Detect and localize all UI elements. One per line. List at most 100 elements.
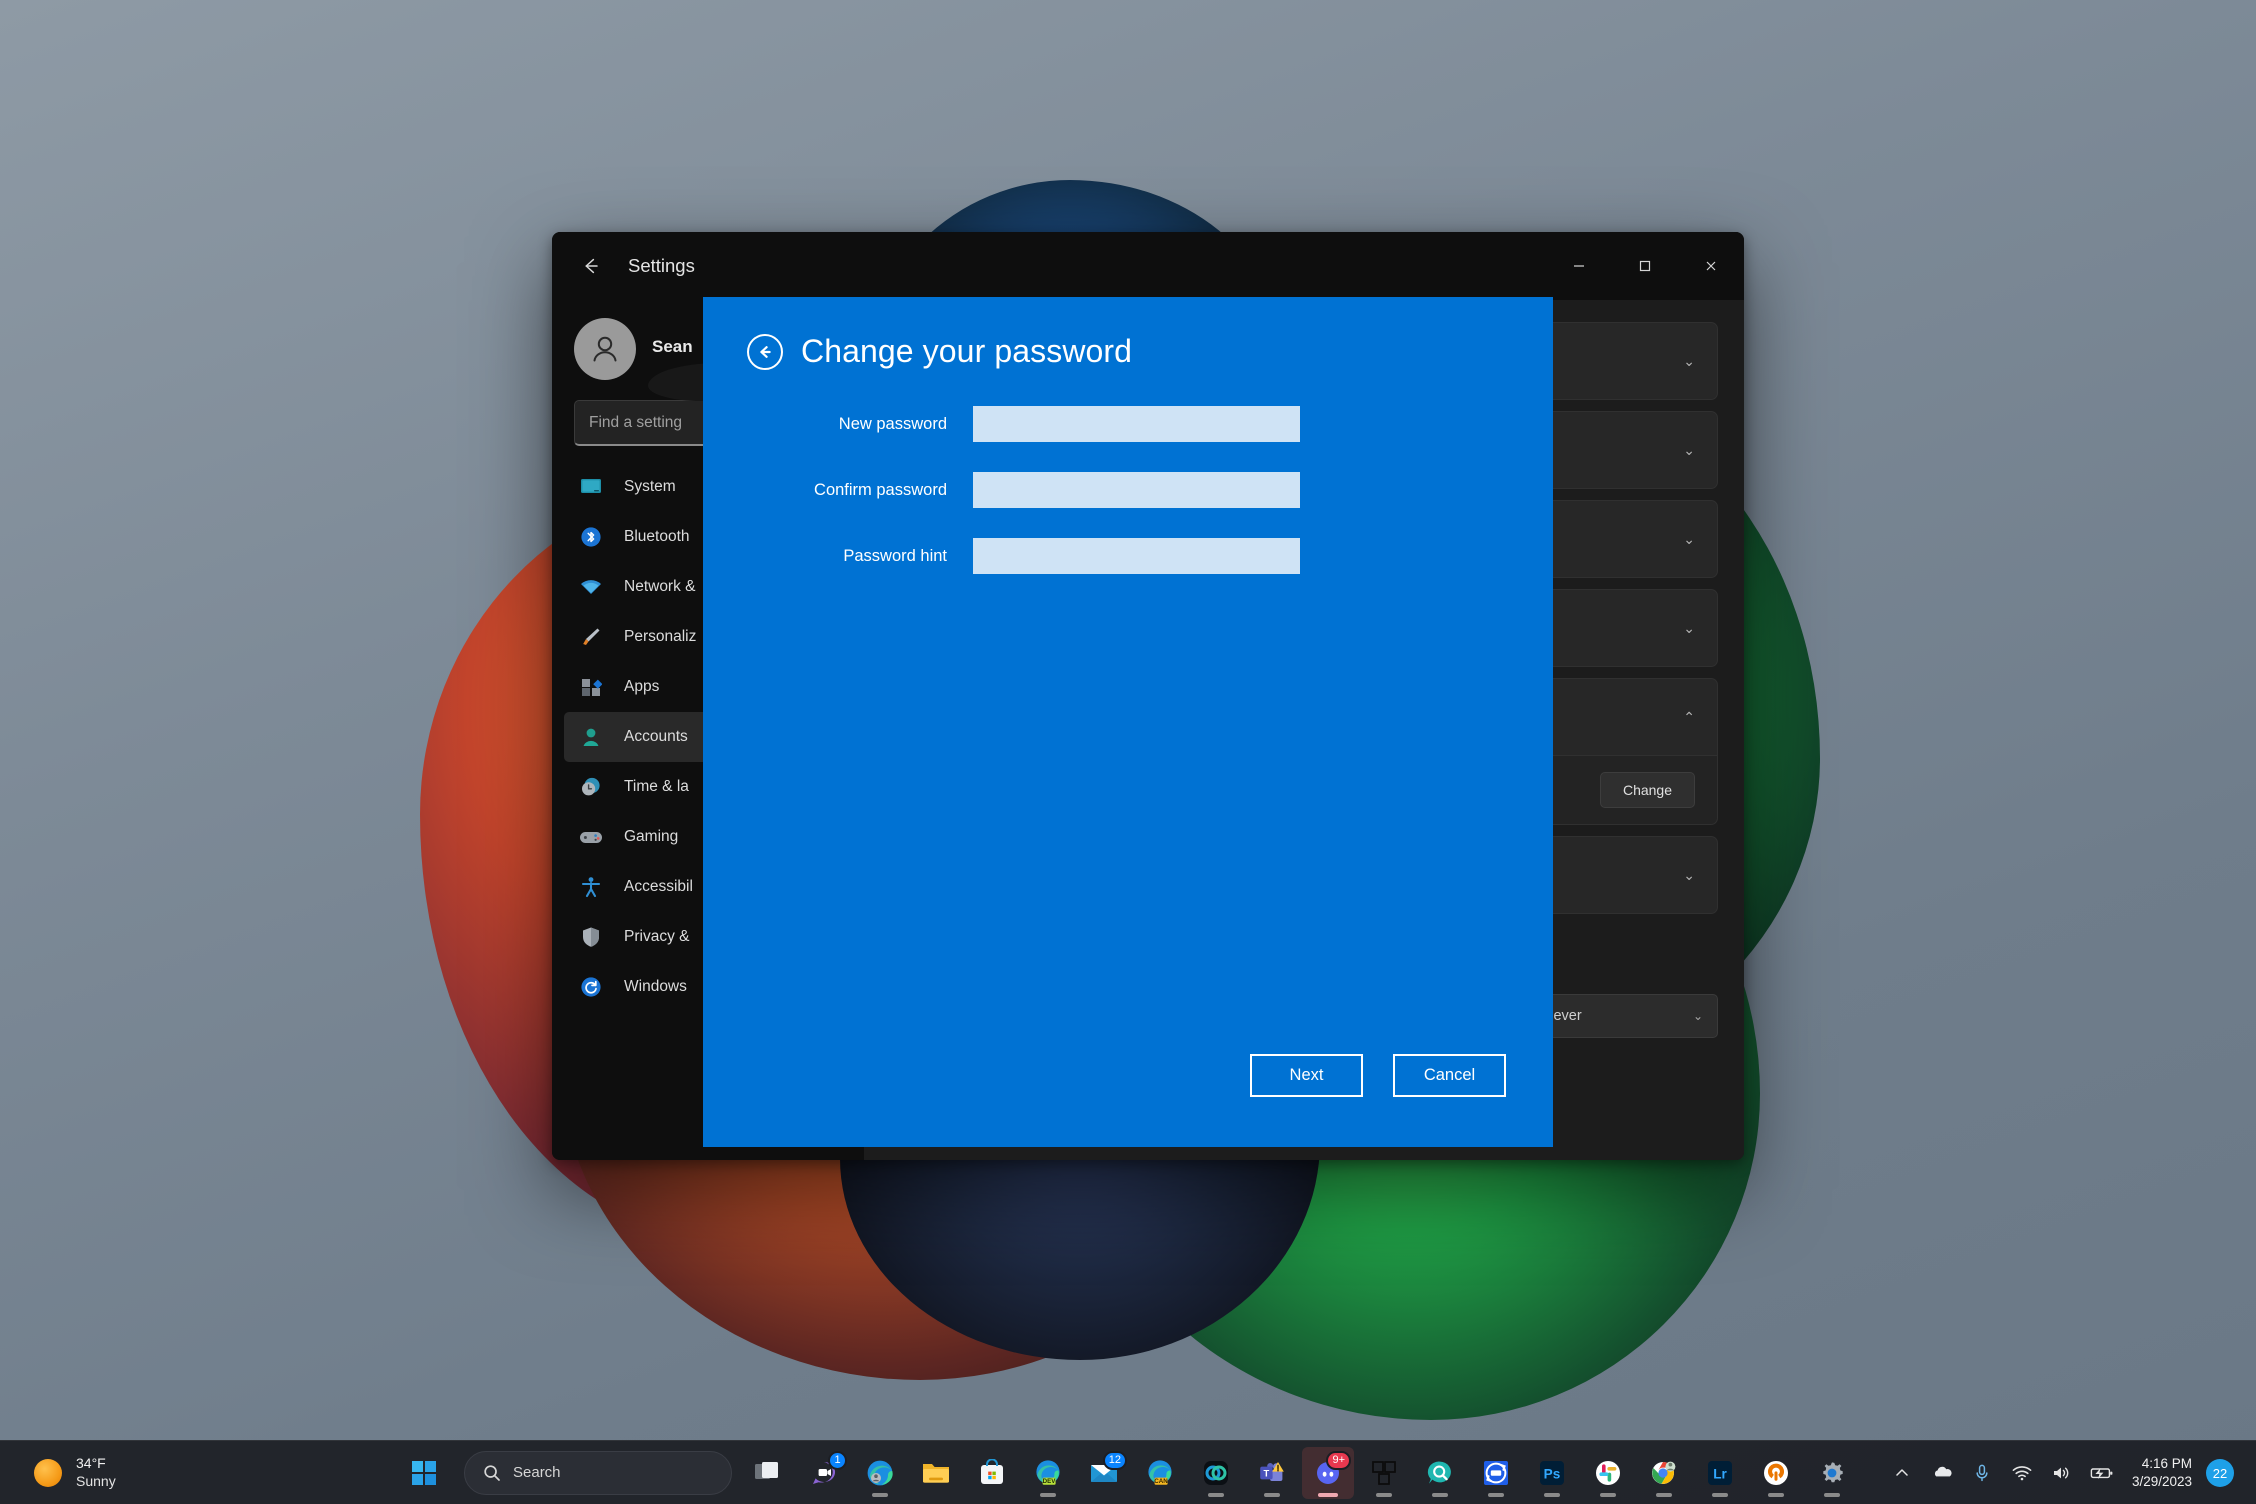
chevron-down-icon: ⌄ [1683, 620, 1695, 637]
sidebar-item-label: Personaliz [624, 628, 696, 646]
lock-timeout-dropdown[interactable]: Never ⌄ [1528, 994, 1718, 1038]
paintbrush-icon [576, 623, 606, 651]
taskbar-app-settings[interactable] [1806, 1447, 1858, 1499]
sidebar-item-label: Apps [624, 678, 659, 696]
sidebar-item-label: Gaming [624, 828, 678, 846]
settings-gear-icon [1818, 1459, 1846, 1487]
weather-temperature: 34°F [76, 1455, 116, 1473]
new-password-input[interactable] [973, 406, 1300, 442]
taskbar-app-slack[interactable] [1582, 1447, 1634, 1499]
window-title-bar: Settings [552, 232, 1744, 300]
taskbar-app-quick-search[interactable] [1414, 1447, 1466, 1499]
confirm-password-label: Confirm password [703, 481, 973, 500]
dialog-actions: Next Cancel [703, 1054, 1553, 1097]
wifi-icon [576, 573, 606, 601]
edge-dev-tag-text: DEV [1043, 1478, 1057, 1485]
accounts-icon [576, 723, 606, 751]
edge-canary-tag-text: CAN [1154, 1478, 1168, 1485]
taskbar-app-framer[interactable] [1358, 1447, 1410, 1499]
taskbar: 34°F Sunny Search [0, 1440, 2256, 1504]
taskbar-app-google-chrome[interactable] [1638, 1447, 1690, 1499]
tray-overflow-button[interactable] [1884, 1451, 1920, 1495]
weather-widget[interactable]: 34°F Sunny [22, 1450, 128, 1495]
minimize-button[interactable] [1546, 232, 1612, 300]
circle-back-arrow-icon [755, 342, 775, 362]
password-hint-input[interactable] [973, 538, 1300, 574]
maximize-button[interactable] [1612, 232, 1678, 300]
chevron-up-icon: ⌃ [1683, 709, 1695, 726]
snagit-icon [1482, 1459, 1510, 1487]
taskbar-clock[interactable]: 4:16 PM 3/29/2023 [2132, 1455, 2192, 1490]
shield-icon [576, 923, 606, 951]
microphone-icon [1974, 1464, 1990, 1482]
taskbar-center: Search 1 [398, 1447, 1858, 1499]
chrome-icon [1650, 1459, 1678, 1487]
chevron-down-icon: ⌄ [1683, 867, 1695, 884]
cancel-button[interactable]: Cancel [1393, 1054, 1506, 1097]
taskbar-badge: 9+ [1326, 1451, 1351, 1470]
webex-icon [1202, 1459, 1230, 1487]
confirm-password-input[interactable] [973, 472, 1300, 508]
store-icon [978, 1459, 1006, 1487]
wifi-tray-button[interactable] [2004, 1451, 2040, 1495]
field-row-confirm-password: Confirm password [703, 472, 1553, 508]
onedrive-icon [1931, 1465, 1953, 1481]
taskbar-app-microsoft-store[interactable] [966, 1447, 1018, 1499]
window-title: Settings [628, 255, 695, 277]
taskbar-app-microsoft-teams[interactable]: T [1246, 1447, 1298, 1499]
lightroom-icon: Lr [1706, 1459, 1734, 1487]
notification-badge[interactable]: 22 [2206, 1459, 2234, 1487]
teams-icon: T [1258, 1459, 1286, 1487]
volume-tray-button[interactable] [2044, 1451, 2080, 1495]
sidebar-item-label: Windows [624, 978, 687, 996]
sidebar-item-label: Time & la [624, 778, 689, 796]
sidebar-item-label: Bluetooth [624, 528, 690, 546]
taskbar-app-photoshop[interactable]: Ps [1526, 1447, 1578, 1499]
battery-tray-button[interactable] [2084, 1451, 2120, 1495]
taskbar-app-webex[interactable] [1190, 1447, 1242, 1499]
taskbar-search[interactable]: Search [464, 1451, 732, 1495]
back-button[interactable] [568, 243, 614, 289]
weather-text: 34°F Sunny [76, 1455, 116, 1490]
taskbar-app-edge-canary[interactable]: CAN [1134, 1447, 1186, 1499]
microphone-tray-button[interactable] [1964, 1451, 2000, 1495]
taskbar-app-teams-chat[interactable]: 1 [798, 1447, 850, 1499]
avatar [574, 318, 636, 380]
profile-name: Sean [652, 337, 693, 357]
apps-icon [576, 673, 606, 701]
taskbar-app-task-view[interactable] [742, 1447, 794, 1499]
password-hint-label: Password hint [703, 547, 973, 566]
taskbar-app-microsoft-edge[interactable] [854, 1447, 906, 1499]
sun-icon [34, 1459, 62, 1487]
taskbar-app-discord[interactable]: 9+ [1302, 1447, 1354, 1499]
clock-date: 3/29/2023 [2132, 1473, 2192, 1491]
start-button[interactable] [398, 1447, 450, 1499]
taskbar-app-file-explorer[interactable] [910, 1447, 962, 1499]
dialog-back-button[interactable] [747, 334, 783, 370]
taskbar-app-mail[interactable]: 12 [1078, 1447, 1130, 1499]
photoshop-label-text: Ps [1544, 1466, 1561, 1481]
taskbar-search-placeholder: Search [513, 1464, 561, 1481]
next-button[interactable]: Next [1250, 1054, 1363, 1097]
taskbar-app-edge-dev[interactable]: DEV [1022, 1447, 1074, 1499]
onedrive-tray-button[interactable] [1924, 1451, 1960, 1495]
window-controls [1546, 232, 1744, 300]
taskbar-app-lightroom[interactable]: Lr [1694, 1447, 1746, 1499]
close-button[interactable] [1678, 232, 1744, 300]
lightroom-label-text: Lr [1713, 1466, 1727, 1481]
windows-update-icon [576, 973, 606, 1001]
maximize-icon [1638, 259, 1652, 273]
wifi-icon [2012, 1465, 2032, 1481]
change-button[interactable]: Change [1600, 772, 1695, 808]
sidebar-item-label: Privacy & [624, 928, 689, 946]
photoshop-icon: Ps [1538, 1459, 1566, 1487]
chevron-down-icon: ⌄ [1683, 353, 1695, 370]
battery-charging-icon [2090, 1465, 2114, 1481]
gamepad-icon [576, 823, 606, 851]
minimize-icon [1572, 259, 1586, 273]
system-tray: 4:16 PM 3/29/2023 22 [1884, 1441, 2256, 1504]
weather-condition: Sunny [76, 1473, 116, 1491]
profile-text: Sean [652, 337, 693, 362]
taskbar-app-snagit[interactable] [1470, 1447, 1522, 1499]
taskbar-app-openvpn[interactable] [1750, 1447, 1802, 1499]
